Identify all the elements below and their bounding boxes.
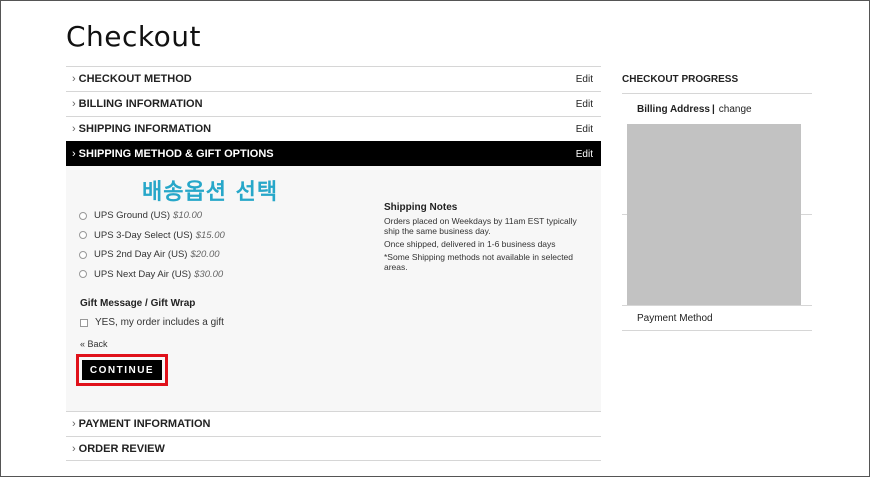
option-price: $30.00 xyxy=(194,268,224,280)
shipping-option[interactable]: UPS Next Day Air (US) $30.00 xyxy=(79,265,225,285)
separator: | xyxy=(711,103,715,115)
step-shipping-method[interactable]: › SHIPPING METHOD & GIFT OPTIONS Edit xyxy=(66,141,601,166)
option-name: UPS Next Day Air (US) xyxy=(94,268,192,280)
option-price: $10.00 xyxy=(173,210,203,222)
shipping-method-panel: 배송옵션 선택 UPS Ground (US) $10.00 UPS 3-Day… xyxy=(66,166,601,411)
chevron-right-icon: › xyxy=(72,98,76,110)
shipping-note: Orders placed on Weekdays by 11am EST ty… xyxy=(384,216,577,236)
back-link[interactable]: « Back xyxy=(80,339,108,349)
annotation-label: 배송옵션 선택 xyxy=(142,180,279,205)
gift-checkbox-label: YES, my order includes a gift xyxy=(95,317,224,328)
option-name: UPS 2nd Day Air (US) xyxy=(94,249,188,261)
chevron-right-icon: › xyxy=(72,418,76,430)
radio-button[interactable] xyxy=(79,211,87,220)
shipping-notes: Shipping Notes Orders placed on Weekdays… xyxy=(384,202,584,275)
chevron-right-icon: › xyxy=(72,148,76,160)
step-label: BILLING INFORMATION xyxy=(78,98,203,110)
checkout-progress-sidebar: CHECKOUT PROGRESS Billing Address | chan… xyxy=(622,66,812,331)
step-label: SHIPPING METHOD & GIFT OPTIONS xyxy=(78,148,274,160)
step-label: ORDER REVIEW xyxy=(78,442,165,455)
step-shipping-information[interactable]: › SHIPPING INFORMATION Edit xyxy=(66,116,601,141)
step-label: CHECKOUT METHOD xyxy=(78,73,192,85)
gift-section-title: Gift Message / Gift Wrap xyxy=(80,298,196,309)
billing-address-label: Billing Address xyxy=(637,103,710,115)
checkout-steps: › CHECKOUT METHOD Edit › BILLING INFORMA… xyxy=(66,66,601,461)
radio-button[interactable] xyxy=(79,231,87,240)
page-title: Checkout xyxy=(66,20,201,53)
option-name: UPS 3-Day Select (US) xyxy=(94,229,193,241)
shipping-methods-list: UPS Ground (US) $10.00 UPS 3-Day Select … xyxy=(79,206,225,284)
chevron-right-icon: › xyxy=(72,123,76,135)
continue-button[interactable]: CONTINUE xyxy=(82,360,162,380)
highlight-box: CONTINUE xyxy=(76,354,168,386)
step-order-review[interactable]: › ORDER REVIEW xyxy=(66,436,601,461)
chevron-right-icon: › xyxy=(72,73,76,85)
gift-option[interactable]: YES, my order includes a gift xyxy=(80,317,224,328)
progress-title: CHECKOUT PROGRESS xyxy=(622,66,812,94)
step-payment-information[interactable]: › PAYMENT INFORMATION xyxy=(66,411,601,436)
step-label: SHIPPING INFORMATION xyxy=(78,123,212,135)
redacted-block xyxy=(627,124,801,305)
option-price: $15.00 xyxy=(195,229,225,241)
option-name: UPS Ground (US) xyxy=(94,210,171,222)
shipping-option[interactable]: UPS Ground (US) $10.00 xyxy=(79,206,225,226)
edit-link[interactable]: Edit xyxy=(576,74,593,85)
edit-link[interactable]: Edit xyxy=(576,99,593,110)
edit-link[interactable]: Edit xyxy=(576,124,593,135)
radio-button[interactable] xyxy=(79,250,87,259)
progress-billing-address: Billing Address | change xyxy=(622,94,812,124)
chevron-right-icon: › xyxy=(72,442,76,455)
shipping-note: Once shipped, delivered in 1-6 business … xyxy=(384,239,556,249)
radio-button[interactable] xyxy=(79,270,87,279)
shipping-option[interactable]: UPS 3-Day Select (US) $15.00 xyxy=(79,226,225,246)
shipping-note: *Some Shipping methods not available in … xyxy=(384,252,574,272)
edit-link[interactable]: Edit xyxy=(576,149,593,160)
step-checkout-method[interactable]: › CHECKOUT METHOD Edit xyxy=(66,66,601,91)
option-price: $20.00 xyxy=(190,249,220,261)
progress-payment-method: Payment Method xyxy=(622,306,812,331)
step-label: PAYMENT INFORMATION xyxy=(78,418,211,430)
change-link[interactable]: change xyxy=(719,104,752,115)
gift-checkbox[interactable] xyxy=(80,318,88,327)
shipping-notes-title: Shipping Notes xyxy=(384,202,458,213)
shipping-option[interactable]: UPS 2nd Day Air (US) $20.00 xyxy=(79,245,225,265)
step-billing-information[interactable]: › BILLING INFORMATION Edit xyxy=(66,91,601,116)
